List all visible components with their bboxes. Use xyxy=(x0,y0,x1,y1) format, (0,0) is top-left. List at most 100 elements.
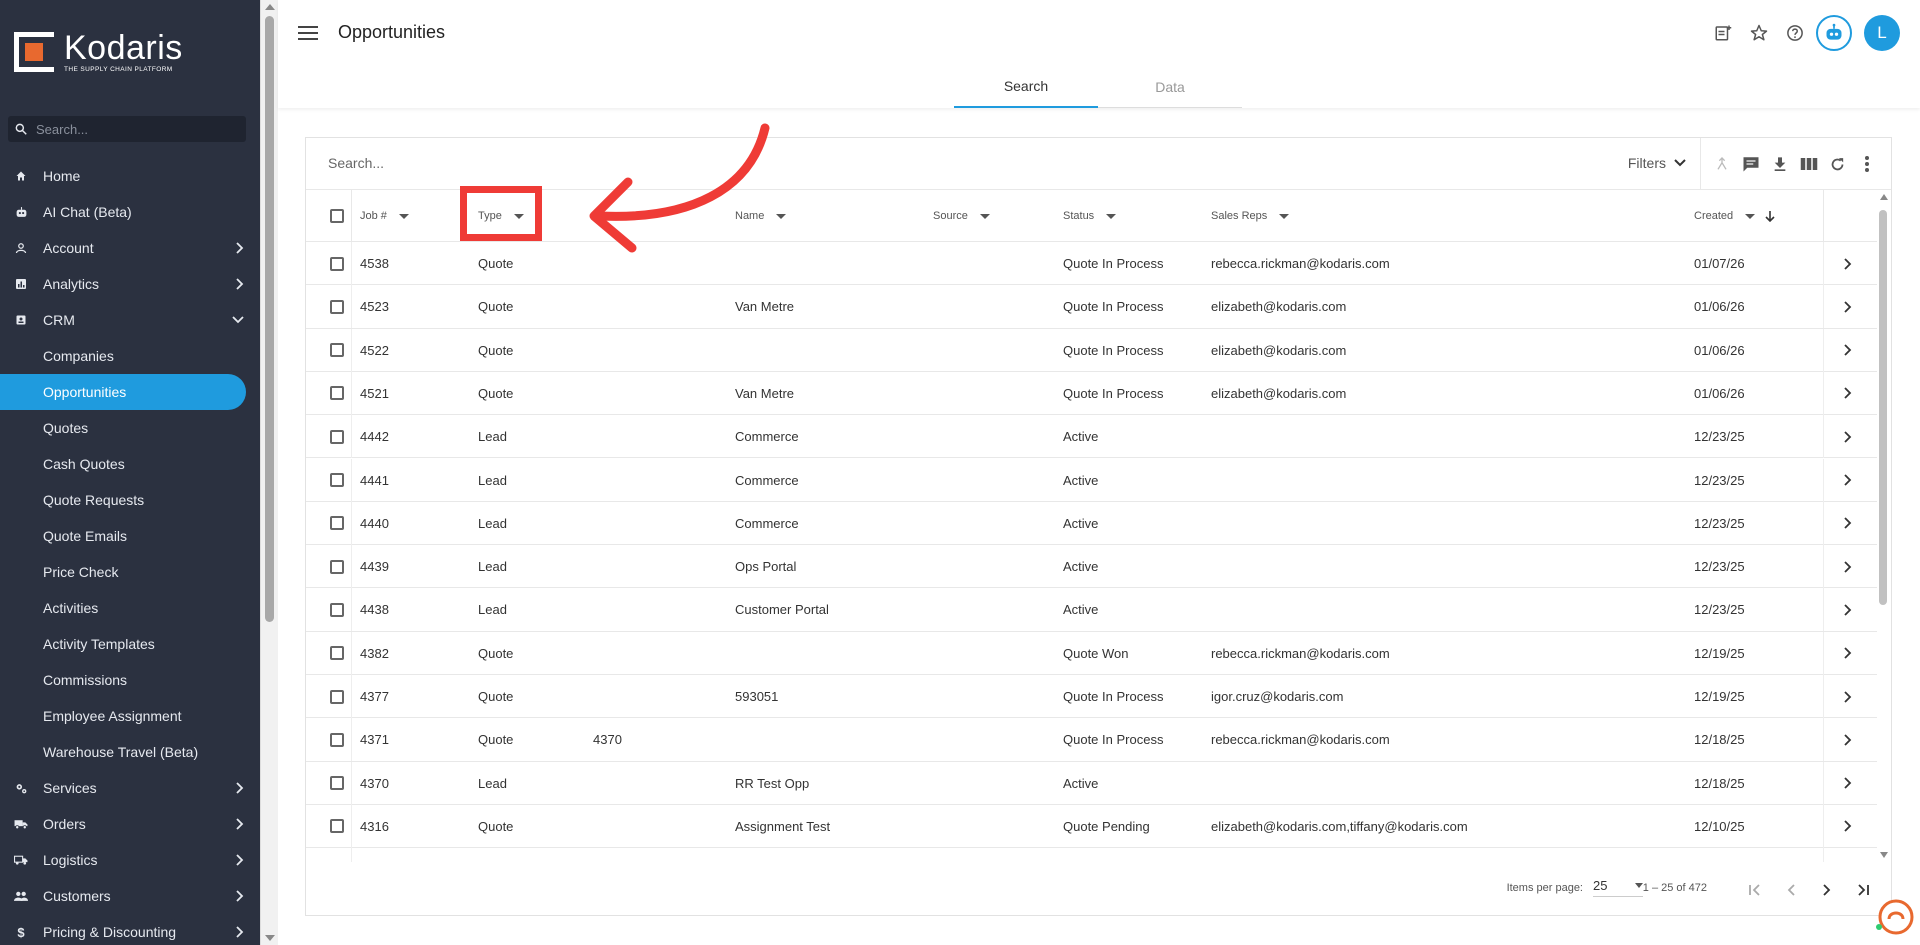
row-checkbox[interactable] xyxy=(330,588,344,631)
tab-data[interactable]: Data xyxy=(1098,66,1242,108)
table-row[interactable]: 4382 Quote Quote Won rebecca.rickman@kodari… xyxy=(306,631,1877,675)
ai-assistant-button[interactable] xyxy=(1816,15,1852,51)
tab-search[interactable]: Search xyxy=(954,66,1098,108)
merge-icon[interactable] xyxy=(1707,152,1736,176)
column-menu-caret-icon[interactable] xyxy=(398,213,409,219)
table-row[interactable]: 4440 Lead Commerce Active 12/23/25 xyxy=(306,501,1877,546)
column-header-source[interactable]: Source xyxy=(933,190,990,242)
scroll-up-arrow-icon[interactable] xyxy=(265,4,275,10)
open-row-button[interactable] xyxy=(1844,762,1852,805)
sidebar-item-crm[interactable]: CRM xyxy=(0,302,260,338)
column-header-created[interactable]: Created xyxy=(1694,190,1775,242)
sidebar-item-commissions[interactable]: Commissions xyxy=(0,662,260,698)
table-row[interactable]: 4522 Quote Quote In Process elizabeth@kodar… xyxy=(306,328,1877,372)
sidebar-item-opportunities[interactable]: Opportunities xyxy=(0,374,246,410)
sidebar-item-logistics[interactable]: Logistics xyxy=(0,842,260,878)
row-checkbox[interactable] xyxy=(330,805,344,848)
row-checkbox[interactable] xyxy=(330,545,344,588)
columns-icon[interactable] xyxy=(1794,152,1823,176)
open-row-button[interactable] xyxy=(1844,372,1852,415)
sidebar-item-warehouse-travel[interactable]: Warehouse Travel (Beta) xyxy=(0,734,260,770)
table-row[interactable]: 4316 Quote Assignment Test Quote Pending eli… xyxy=(306,804,1877,849)
table-row[interactable]: 4371 Quote 4370 Quote In Process rebecca.ric… xyxy=(306,718,1877,762)
row-checkbox[interactable] xyxy=(330,372,344,415)
first-page-button[interactable] xyxy=(1737,876,1773,904)
column-menu-caret-icon[interactable] xyxy=(1279,213,1290,219)
filters-button[interactable]: Filters xyxy=(1628,155,1686,171)
table-row[interactable]: 4442 Lead Commerce Active 12/23/25 xyxy=(306,415,1877,459)
hamburger-menu-icon[interactable] xyxy=(298,24,318,42)
row-checkbox[interactable] xyxy=(330,718,344,761)
table-row[interactable]: 4538 Quote Quote In Process rebecca.rickman… xyxy=(306,242,1877,286)
sidebar-item-price-check[interactable]: Price Check xyxy=(0,554,260,590)
column-menu-caret-icon[interactable] xyxy=(1106,213,1117,219)
table-row[interactable]: 4439 Lead Ops Portal Active 12/23/25 xyxy=(306,545,1877,589)
sidebar-search-input[interactable] xyxy=(36,121,236,137)
sidebar-item-services[interactable]: Services xyxy=(0,770,260,806)
column-header-status[interactable]: Status xyxy=(1063,190,1117,242)
open-row-button[interactable] xyxy=(1844,718,1852,761)
open-row-button[interactable] xyxy=(1844,632,1852,675)
sidebar-item-ai-chat[interactable]: AI Chat (Beta) xyxy=(0,194,260,230)
download-icon[interactable] xyxy=(1765,152,1794,176)
kodaris-logo[interactable]: Kodaris THE SUPPLY CHAIN PLATFORM xyxy=(14,30,183,74)
table-row[interactable]: 4377 Quote 593051 Quote In Process igor.cruz… xyxy=(306,675,1877,719)
refresh-icon[interactable] xyxy=(1823,152,1852,176)
column-header-job[interactable]: Job # xyxy=(360,190,409,242)
next-page-button[interactable] xyxy=(1809,876,1845,904)
previous-page-button[interactable] xyxy=(1773,876,1809,904)
sidebar-item-quote-requests[interactable]: Quote Requests xyxy=(0,482,260,518)
select-all-checkbox[interactable] xyxy=(330,190,344,242)
row-checkbox[interactable] xyxy=(330,415,344,458)
page-size-select[interactable]: 25 xyxy=(1593,878,1643,897)
column-menu-caret-icon[interactable] xyxy=(1745,213,1756,219)
sidebar-item-quote-emails[interactable]: Quote Emails xyxy=(0,518,260,554)
open-row-button[interactable] xyxy=(1844,329,1852,372)
open-row-button[interactable] xyxy=(1844,675,1852,718)
sidebar-item-home[interactable]: Home xyxy=(0,158,260,194)
open-row-button[interactable] xyxy=(1844,415,1852,458)
scroll-down-arrow-icon[interactable] xyxy=(265,935,275,941)
column-menu-caret-icon[interactable] xyxy=(776,213,787,219)
row-checkbox[interactable] xyxy=(330,242,344,285)
row-checkbox[interactable] xyxy=(330,848,344,862)
sidebar-item-account[interactable]: Account xyxy=(0,230,260,266)
table-row[interactable]: 4370 Lead RR Test Opp Active 12/18/25 xyxy=(306,761,1877,805)
star-icon[interactable] xyxy=(1744,15,1774,51)
table-row[interactable]: 4523 Quote Van Metre Quote In Process elizab… xyxy=(306,285,1877,329)
grid-scrollbar[interactable] xyxy=(1877,190,1891,862)
sidebar-item-orders[interactable]: Orders xyxy=(0,806,260,842)
open-row-button[interactable] xyxy=(1844,502,1852,545)
scroll-down-arrow-icon[interactable] xyxy=(1880,852,1888,858)
avatar[interactable]: L xyxy=(1864,15,1900,51)
support-chat-icon[interactable] xyxy=(1874,897,1914,937)
sidebar-search[interactable] xyxy=(8,116,246,142)
open-row-button[interactable] xyxy=(1844,848,1852,862)
more-vert-icon[interactable] xyxy=(1852,152,1881,176)
column-menu-caret-icon[interactable] xyxy=(979,213,990,219)
sidebar-scrollbar[interactable] xyxy=(260,0,278,945)
help-icon[interactable] xyxy=(1780,15,1810,51)
open-row-button[interactable] xyxy=(1844,459,1852,502)
row-checkbox[interactable] xyxy=(330,762,344,805)
row-checkbox[interactable] xyxy=(330,675,344,718)
sidebar-item-activities[interactable]: Activities xyxy=(0,590,260,626)
table-row[interactable]: 4521 Quote Van Metre Quote In Process elizab… xyxy=(306,371,1877,416)
sidebar-scrollbar-thumb[interactable] xyxy=(265,16,274,622)
row-checkbox[interactable] xyxy=(330,285,344,328)
sidebar-item-pricing[interactable]: $ Pricing & Discounting xyxy=(0,914,260,945)
sidebar-item-analytics[interactable]: Analytics xyxy=(0,266,260,302)
row-checkbox[interactable] xyxy=(330,632,344,675)
sidebar-item-cash-quotes[interactable]: Cash Quotes xyxy=(0,446,260,482)
sidebar-item-customers[interactable]: Customers xyxy=(0,878,260,914)
scroll-up-arrow-icon[interactable] xyxy=(1880,194,1888,200)
open-row-button[interactable] xyxy=(1844,242,1852,285)
add-note-icon[interactable] xyxy=(1708,15,1738,51)
comment-icon[interactable] xyxy=(1736,152,1765,176)
sidebar-item-employee-assignment[interactable]: Employee Assignment xyxy=(0,698,260,734)
table-row[interactable]: 4441 Lead Commerce Active 12/23/25 xyxy=(306,458,1877,502)
open-row-button[interactable] xyxy=(1844,805,1852,848)
table-row[interactable]: 4438 Lead Customer Portal Active 12/23/25 xyxy=(306,588,1877,632)
row-checkbox[interactable] xyxy=(330,459,344,502)
column-header-sales-reps[interactable]: Sales Reps xyxy=(1211,190,1290,242)
